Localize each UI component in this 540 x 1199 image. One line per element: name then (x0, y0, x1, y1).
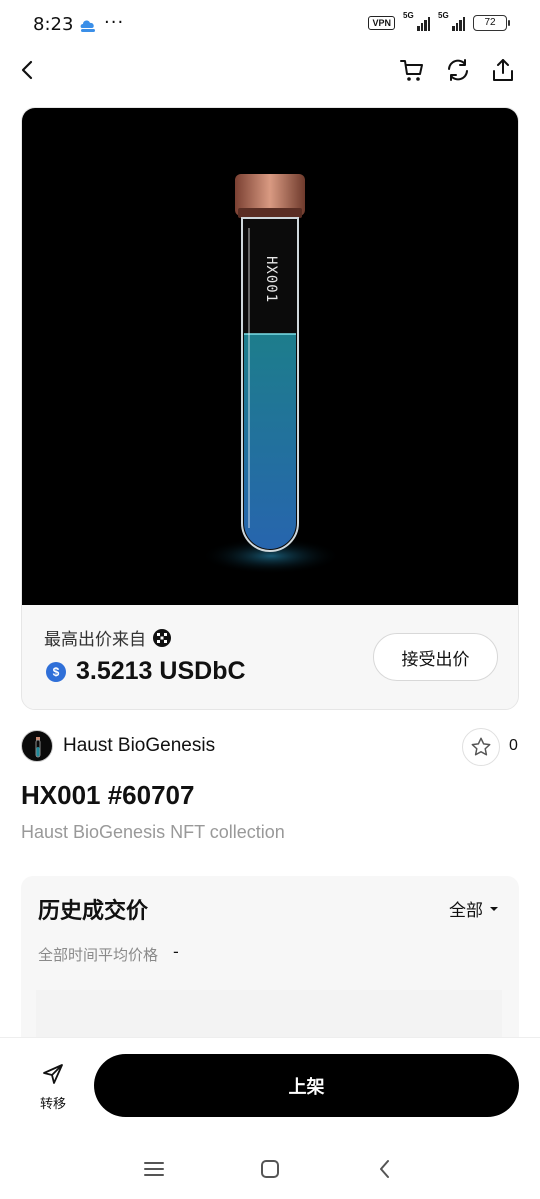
home-button[interactable] (255, 1154, 285, 1184)
nft-title: HX001 #60707 (21, 780, 195, 810)
tube-label: HX001 (263, 256, 279, 304)
best-offer-label-row: 最高出价来自 (44, 625, 172, 650)
status-more-dots: ··· (104, 12, 125, 33)
system-back-button[interactable] (370, 1154, 400, 1184)
best-offer-price-row: $ 3.5213 USDbC (46, 657, 246, 686)
test-tube-illustration (201, 174, 341, 574)
price-history-title: 历史成交价 (38, 899, 149, 924)
average-price-value: - (173, 942, 179, 961)
status-time: 8:23 (33, 14, 74, 35)
send-icon (43, 1064, 63, 1084)
share-icon (493, 59, 513, 81)
caret-down-icon (490, 906, 498, 911)
back-button[interactable] (12, 54, 44, 86)
cart-button[interactable] (396, 54, 428, 86)
history-filter-value: 全部 (449, 901, 483, 921)
best-offer-price: 3.5213 USDbC (76, 657, 246, 685)
system-nav-bar (0, 1140, 540, 1199)
nft-card: HX001 最高出价来自 $ 3.5213 USDbC 接受出价 (21, 107, 519, 710)
recents-button[interactable] (139, 1154, 169, 1184)
cloud-app-icon (80, 20, 95, 32)
network-1-label: 5G (403, 11, 414, 20)
collection-row: Haust BioGenesis 0 (21, 728, 519, 766)
history-filter-dropdown[interactable]: 全部 (449, 896, 499, 921)
nft-description: Haust BioGenesis NFT collection (21, 822, 285, 842)
network-2-label: 5G (438, 11, 449, 20)
favorite-count: 0 (509, 737, 518, 754)
top-nav (0, 48, 540, 92)
best-offer-label: 最高出价来自 (44, 630, 146, 650)
transfer-button[interactable]: 转移 (30, 1062, 76, 1118)
usdc-coin-icon: $ (46, 661, 66, 682)
signal-1-icon: 5G (403, 11, 430, 31)
signal-2-icon: 5G (438, 11, 465, 31)
cart-icon (400, 60, 423, 81)
favorite-button[interactable] (462, 728, 500, 766)
square-home-icon (261, 1160, 279, 1178)
list-for-sale-button[interactable]: 上架 (94, 1054, 519, 1117)
collection-avatar[interactable] (21, 730, 53, 762)
back-triangle-icon (380, 1160, 389, 1178)
nft-image[interactable]: HX001 (22, 108, 518, 605)
accept-offer-button[interactable]: 接受出价 (373, 633, 498, 681)
bottom-action-bar: 转移 上架 (0, 1037, 540, 1137)
battery-level: 72 (484, 17, 496, 28)
chevron-left-icon (21, 60, 33, 80)
okx-logo-icon (153, 628, 171, 647)
status-indicators: VPN 5G 5G 72 (368, 11, 510, 31)
star-icon (471, 737, 491, 756)
best-offer-section: 最高出价来自 $ 3.5213 USDbC 接受出价 (22, 605, 518, 709)
status-bar: 8:23 ··· VPN 5G 5G 72 (0, 0, 540, 50)
menu-icon (144, 1162, 164, 1176)
refresh-icon (448, 59, 468, 81)
battery-icon: 72 (473, 15, 510, 31)
average-price-label: 全部时间平均价格 (38, 946, 159, 964)
transfer-label: 转移 (39, 1097, 66, 1112)
vpn-badge: VPN (368, 16, 395, 30)
collection-name[interactable]: Haust BioGenesis (63, 735, 215, 757)
refresh-button[interactable] (442, 54, 474, 86)
test-tube-avatar-icon (35, 737, 41, 758)
share-button[interactable] (487, 54, 519, 86)
